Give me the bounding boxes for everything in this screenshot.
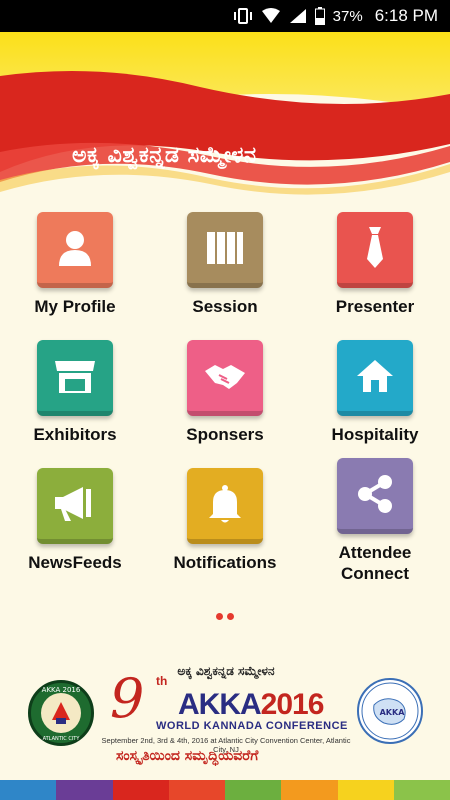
logo-number: 9	[110, 667, 145, 730]
tile-sponsers[interactable]: Sponsers	[150, 340, 300, 445]
share-icon	[337, 458, 413, 534]
page-dot[interactable]	[216, 613, 223, 620]
tile-newsfeeds[interactable]: NewsFeeds	[0, 468, 150, 573]
status-bar: 37% 6:18 PM	[0, 0, 450, 32]
logo-akka-text: AKKA	[178, 688, 262, 721]
logo-tagline: ಸಂಸ್ಕೃತಿಯಿಂದ ಸಮೃದ್ಧಿಯವರೆಗೆ	[116, 748, 259, 764]
tie-icon	[337, 212, 413, 288]
house-icon	[337, 340, 413, 416]
tile-notifications[interactable]: Notifications	[150, 468, 300, 573]
svg-text:AKKA: AKKA	[380, 708, 406, 717]
tile-label: Session	[192, 297, 258, 316]
tile-exhibitors[interactable]: Exhibitors	[0, 340, 150, 445]
logo-akka: AKKA2016	[178, 688, 325, 722]
logo-conference-name: WORLD KANNADA CONFERENCE	[156, 720, 348, 732]
banner-title: ಅಕ್ಕ ವಿಶ್ವಕನ್ನಡ ಸಮ್ಮೇಳನ	[72, 143, 257, 168]
storefront-icon	[37, 340, 113, 416]
kannada-map-logo: AKKA	[357, 678, 423, 744]
cell-signal-icon	[289, 8, 307, 24]
tile-my-profile[interactable]: My Profile	[0, 212, 150, 317]
tile-label-line1: Attendee	[338, 543, 412, 562]
color-strip	[0, 780, 450, 800]
columns-icon	[187, 212, 263, 288]
bell-icon	[187, 468, 263, 544]
tile-label: Presenter	[335, 297, 415, 316]
tile-presenter[interactable]: Presenter	[300, 212, 450, 317]
clock: 6:18 PM	[374, 6, 438, 25]
header-banner: ಅಕ್ಕ ವಿಶ್ವಕನ್ನಡ ಸಮ್ಮೇಳನ	[0, 32, 450, 202]
battery-icon	[314, 7, 325, 25]
handshake-icon	[187, 340, 263, 416]
svg-text:ATLANTIC CITY: ATLANTIC CITY	[43, 736, 81, 742]
tile-label: Sponsers	[186, 425, 264, 444]
tile-label-line2: Connect	[341, 564, 409, 583]
tile-label: Attendee Connect	[300, 542, 450, 584]
conference-logo: ಅಕ್ಕ ವಿಶ್ವಕನ್ನಡ ಸಮ್ಮೇಳನ 9 th AKKA2016 WO…	[96, 664, 356, 774]
wifi-icon	[261, 8, 281, 24]
akka-seal-logo: AKKA 2016 ATLANTIC CITY	[28, 680, 94, 746]
battery-percent: 37%	[332, 7, 363, 25]
logo-ordinal: th	[156, 674, 168, 688]
footer-logos: AKKA 2016 ATLANTIC CITY ಅಕ್ಕ ವಿಶ್ವಕನ್ನಡ …	[0, 660, 450, 780]
logo-year: 2016	[260, 688, 325, 721]
tile-hospitality[interactable]: Hospitality	[300, 340, 450, 445]
tile-label: Hospitality	[331, 425, 419, 444]
tile-label: Exhibitors	[33, 425, 117, 444]
tile-attendee-connect[interactable]: Attendee Connect	[300, 458, 450, 584]
page-dot[interactable]	[227, 613, 234, 620]
vibrate-icon	[233, 8, 253, 24]
tile-label: NewsFeeds	[28, 553, 122, 572]
tile-label: Notifications	[173, 553, 277, 572]
tile-label: My Profile	[34, 297, 116, 316]
megaphone-icon	[37, 468, 113, 544]
tile-session[interactable]: Session	[150, 212, 300, 317]
svg-text:AKKA 2016: AKKA 2016	[42, 686, 81, 694]
page-indicator	[0, 613, 450, 620]
person-icon	[37, 212, 113, 288]
